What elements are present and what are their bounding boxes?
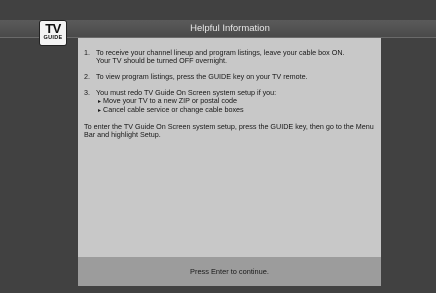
- logo-tv-text: TV: [45, 21, 61, 36]
- bullet-item: Cancel cable service or change cable box…: [96, 106, 376, 115]
- item-number: 1.: [84, 48, 90, 57]
- info-item-1: 1. To receive your channel lineup and pr…: [84, 49, 376, 65]
- continue-prompt: Press Enter to continue.: [190, 267, 269, 276]
- logo-guide-text: GUIDE: [43, 35, 63, 41]
- closing-paragraph: To enter the TV Guide On Screen system s…: [84, 122, 374, 139]
- item-text: To view program listings, press the GUID…: [96, 72, 308, 81]
- item-number: 2.: [84, 72, 90, 81]
- item-text: To receive your channel lineup and progr…: [96, 49, 376, 65]
- item-line: Your TV should be turned OFF overnight.: [96, 56, 228, 65]
- item-number: 3.: [84, 88, 90, 97]
- continue-bar[interactable]: Press Enter to continue.: [78, 257, 381, 286]
- info-item-2: 2. To view program listings, press the G…: [84, 73, 376, 81]
- info-content: 1. To receive your channel lineup and pr…: [84, 49, 376, 139]
- tv-screen: Helpful Information TV GUIDE 1. To recei…: [0, 0, 436, 293]
- tv-guide-logo: TV GUIDE: [40, 21, 66, 45]
- screen-title: Helpful Information: [190, 23, 270, 34]
- info-item-3: 3. You must redo TV Guide On Screen syst…: [84, 89, 376, 115]
- item-text: You must redo TV Guide On Screen system …: [96, 89, 376, 115]
- info-panel: 1. To receive your channel lineup and pr…: [78, 38, 381, 286]
